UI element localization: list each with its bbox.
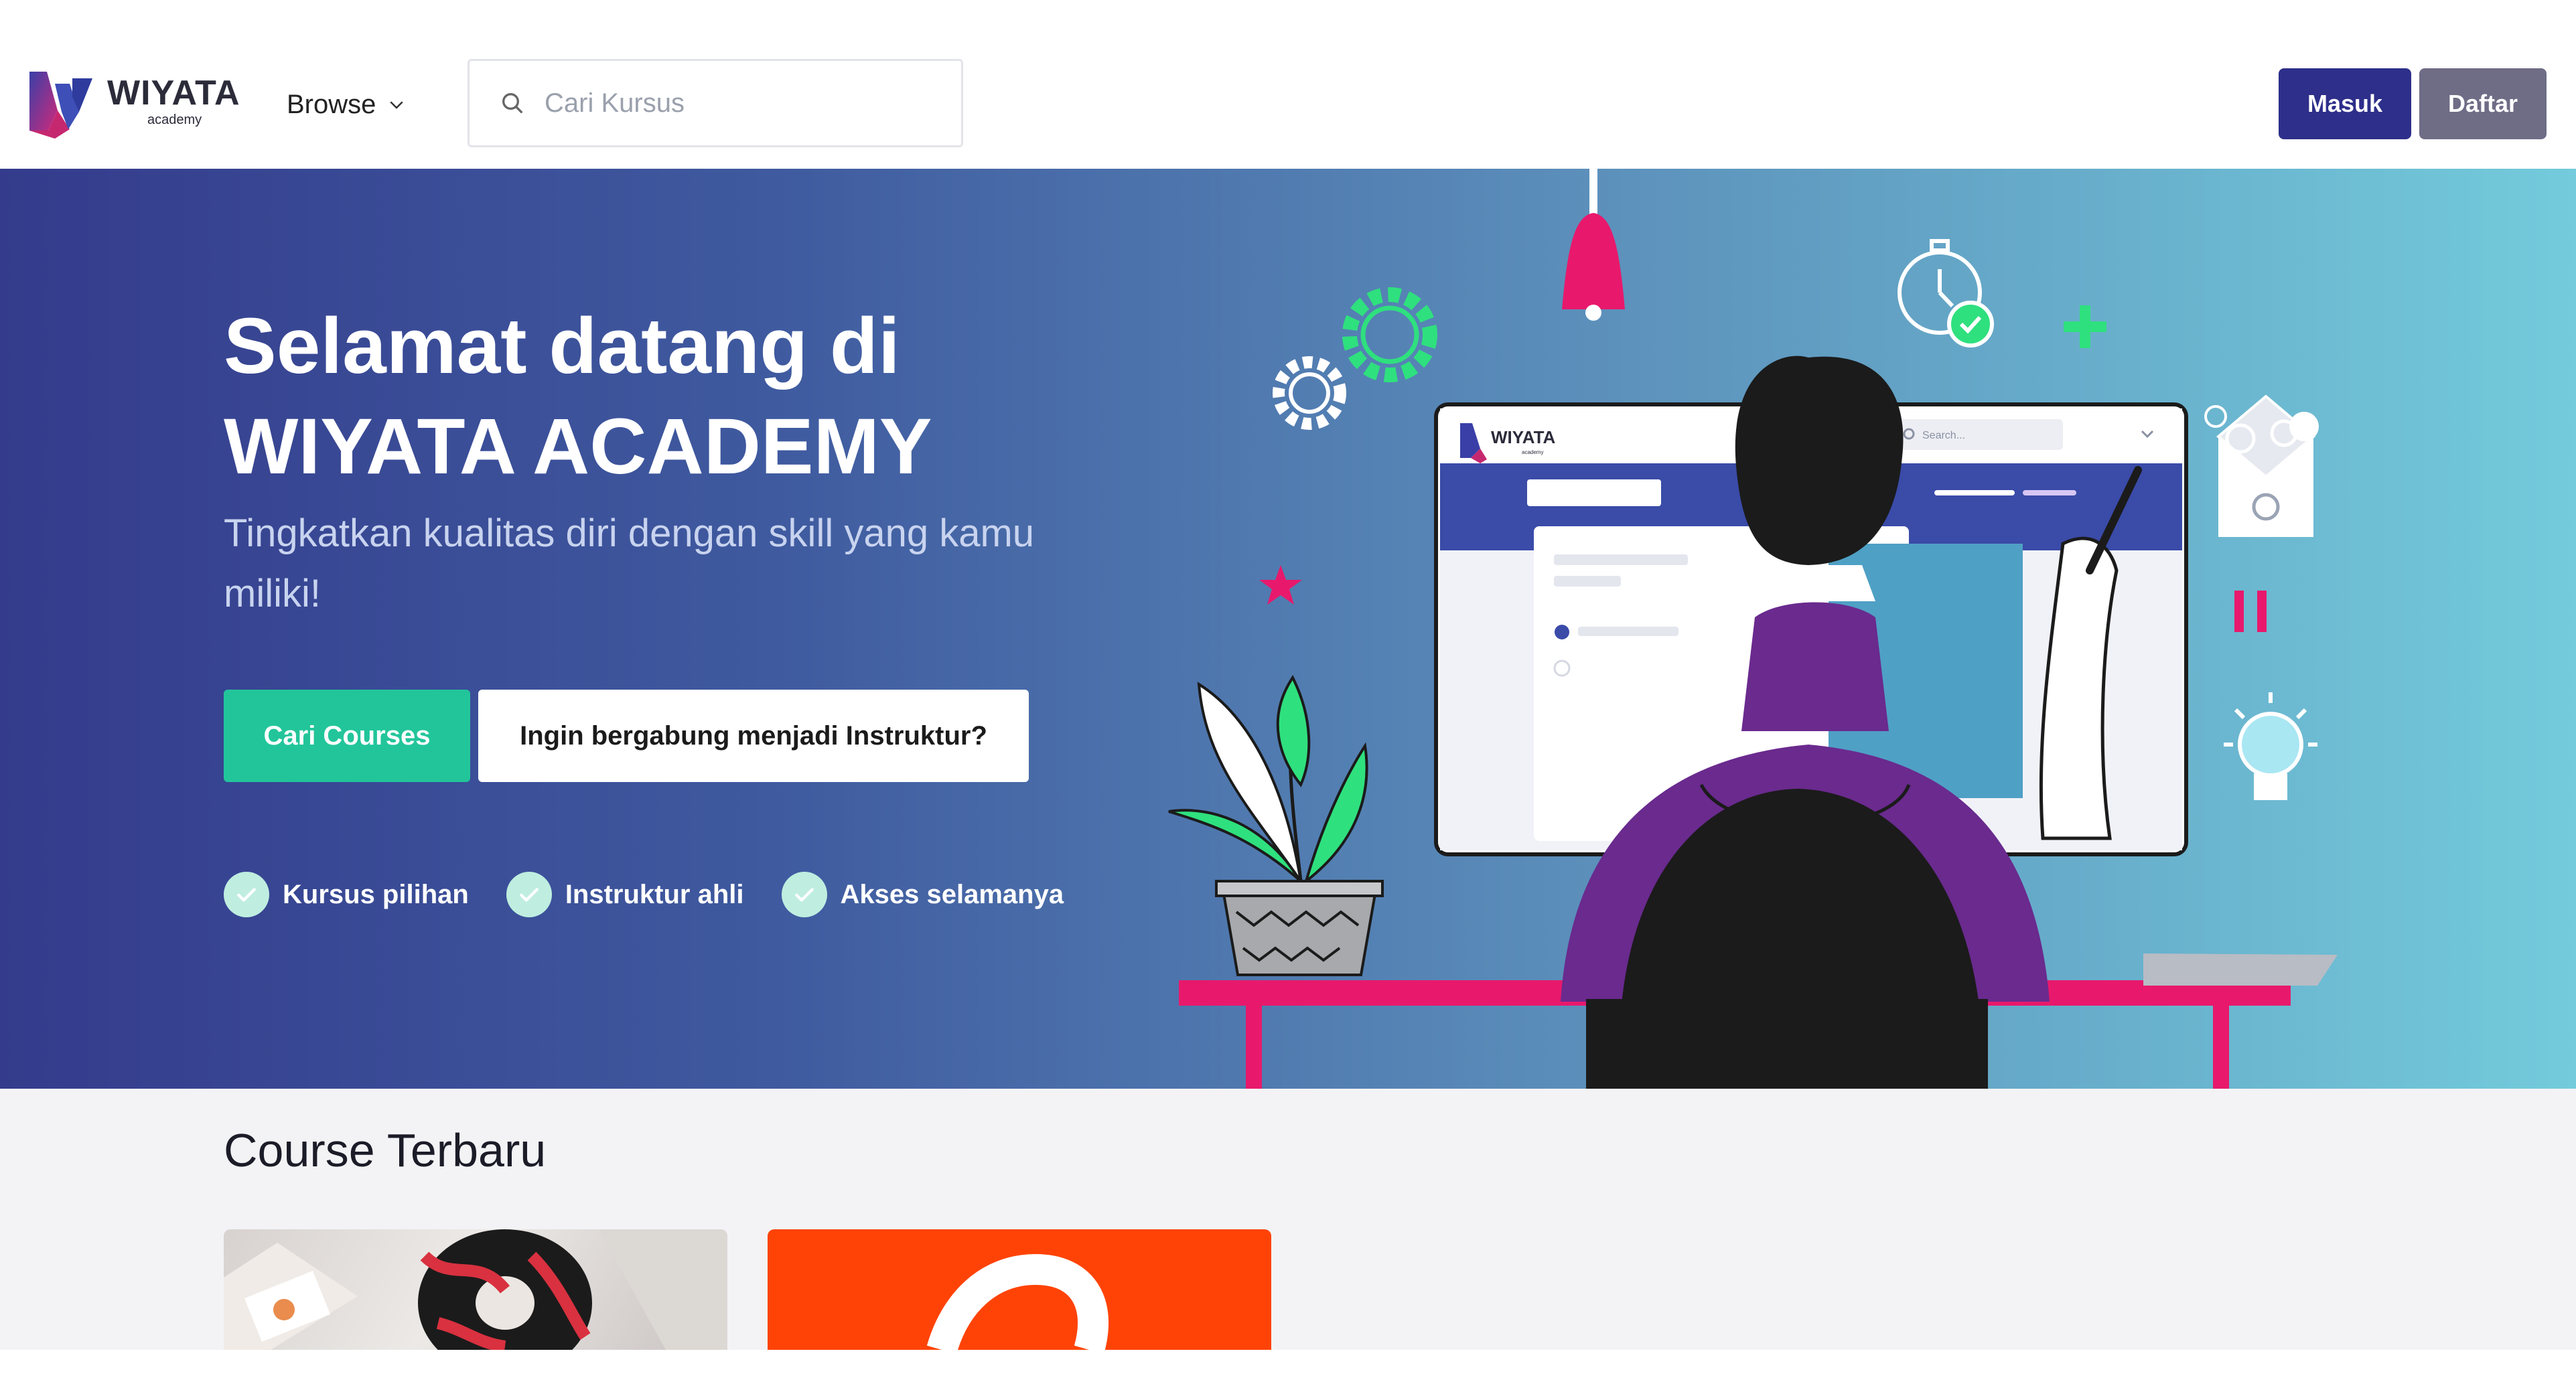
mini-brand-sub: academy — [1522, 449, 1543, 455]
brand-logo[interactable]: WIYATA academy — [28, 62, 249, 141]
wiyata-logo-icon — [29, 72, 92, 139]
feature-item: Instruktur ahli — [506, 872, 744, 917]
bottom-whitespace — [0, 1350, 2576, 1390]
hero-title-line2: WIYATA ACADEMY — [224, 402, 932, 491]
search-icon — [502, 93, 522, 113]
section-title: Course Terbaru — [224, 1124, 547, 1176]
feature-list: Kursus pilihan Instruktur ahli Akses sel… — [224, 872, 1064, 917]
feature-item: Akses selamanya — [781, 872, 1064, 917]
page: WIYATA academy Browse Masuk Daftar Selam… — [0, 0, 2576, 1390]
feature-label: Akses selamanya — [840, 879, 1064, 909]
latest-courses-section: Course Terbaru — [0, 1089, 2576, 1350]
hero-subtitle: Tingkatkan kualitas diri dengan skill ya… — [224, 512, 1035, 615]
search-input[interactable] — [543, 87, 921, 119]
feature-label: Kursus pilihan — [283, 879, 469, 909]
feature-label: Instruktur ahli — [565, 879, 744, 909]
envelope-icon — [2204, 394, 2319, 537]
become-instructor-button[interactable]: Ingin bergabung menjadi Instruktur? — [478, 690, 1029, 782]
course-thumbnail — [926, 1253, 1109, 1350]
hero-title: Selamat datang di WIYATA ACADEMY — [224, 296, 1228, 497]
hero-section: Selamat datang di WIYATA ACADEMY Tingkat… — [0, 169, 2576, 1089]
mini-brand-name: WIYATA — [1491, 427, 1556, 447]
search-box[interactable] — [468, 59, 963, 147]
course-card[interactable] — [224, 1229, 727, 1350]
gear-icon — [1273, 356, 1346, 430]
gear-icon — [1342, 287, 1437, 382]
plant-illustration — [1168, 675, 1384, 976]
course-card[interactable] — [768, 1229, 1271, 1350]
plus-icon — [2064, 305, 2106, 348]
lightbulb-icon — [2224, 692, 2317, 800]
pause-icon — [2234, 591, 2267, 632]
mini-search-placeholder: Search... — [1922, 430, 1965, 441]
browse-menu[interactable]: Browse — [287, 79, 407, 130]
check-icon — [781, 872, 827, 917]
course-thumbnail — [224, 1229, 727, 1350]
navbar: WIYATA academy Browse Masuk Daftar — [0, 0, 2576, 169]
register-button[interactable]: Daftar — [2419, 68, 2547, 139]
login-button[interactable]: Masuk — [2279, 68, 2411, 139]
brand-name: WIYATA — [107, 74, 240, 112]
check-icon — [224, 872, 269, 917]
feature-item: Kursus pilihan — [224, 872, 469, 917]
stopwatch-icon — [1898, 239, 1994, 348]
hero-title-line1: Selamat datang di — [224, 302, 900, 390]
chevron-down-icon — [390, 101, 404, 109]
brand-text: WIYATA academy — [107, 76, 240, 127]
hero-illustration: WIYATA academy Search... — [1168, 169, 2338, 1089]
search-courses-button[interactable]: Cari Courses — [224, 690, 470, 782]
browse-label: Browse — [287, 89, 376, 119]
lamp-icon — [1562, 169, 1625, 321]
check-icon — [506, 872, 552, 917]
star-icon — [1259, 565, 1302, 605]
brand-sub: academy — [147, 112, 202, 127]
